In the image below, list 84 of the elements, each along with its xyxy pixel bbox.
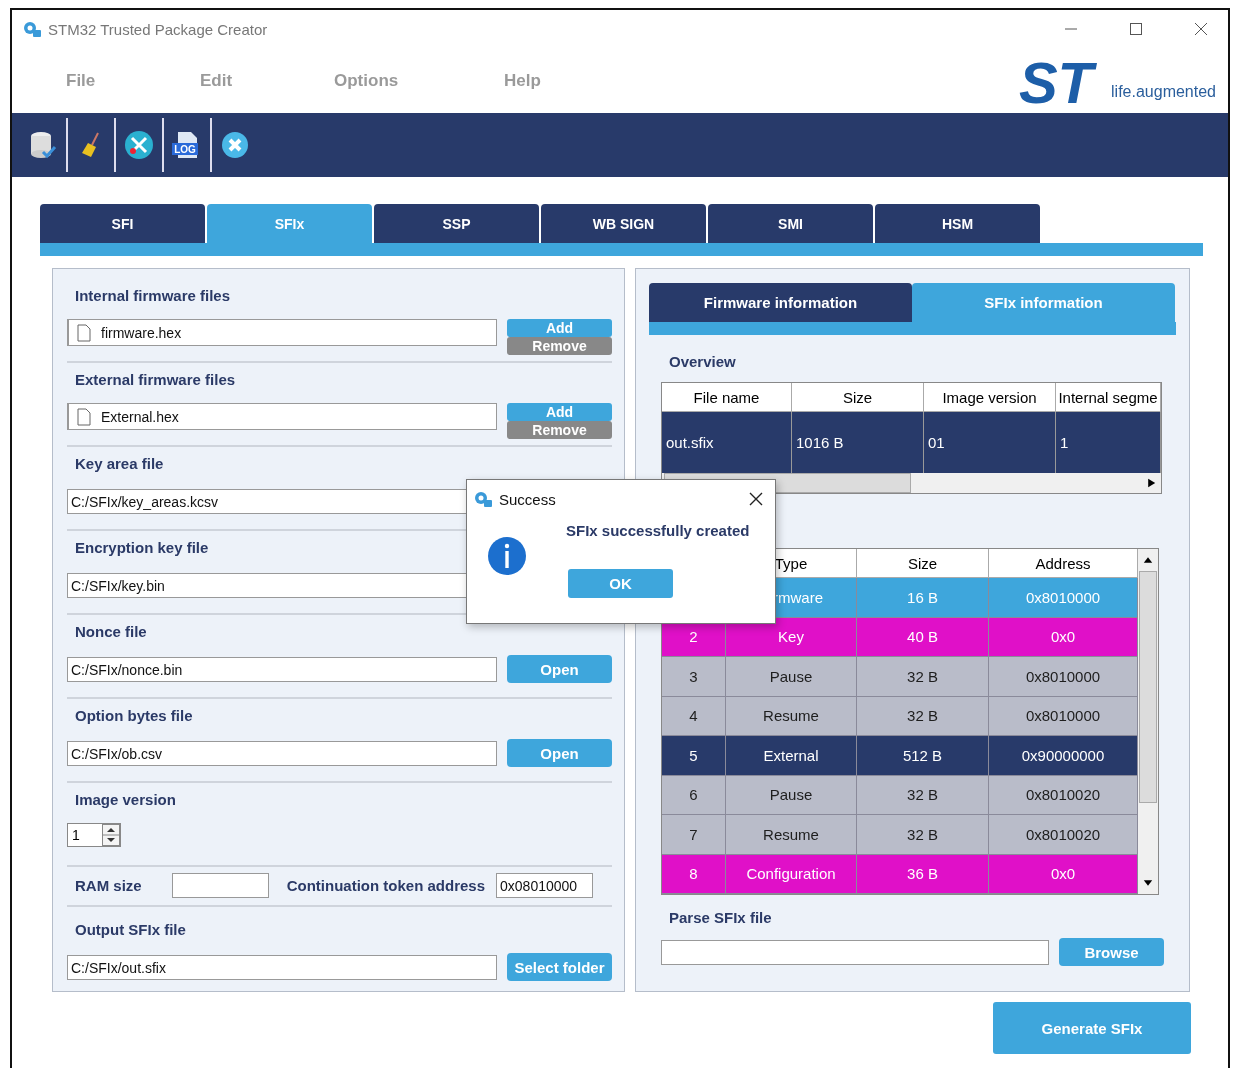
table-row[interactable]: 3 Pause 32 B 0x8010000 (662, 657, 1138, 697)
table-cell: 8 (689, 865, 698, 883)
close-icon[interactable] (749, 492, 763, 506)
file-icon (77, 407, 91, 426)
vertical-scrollbar[interactable] (1138, 549, 1158, 894)
path-field[interactable]: C:/SFIx/nonce.bin (67, 657, 497, 682)
close-icon[interactable] (1194, 22, 1208, 36)
input-field[interactable]: 0x08010000 (496, 873, 594, 898)
file-button[interactable]: Remove (507, 421, 612, 439)
info-icon (487, 536, 527, 576)
table-cell: Pause (769, 667, 813, 685)
table-cell: 16 B (907, 588, 938, 606)
table-row[interactable]: 2 Key 40 B 0x0 (662, 617, 1138, 657)
table-cell: 4 (689, 707, 698, 725)
table-row[interactable]: 6 Pause 32 B 0x8010020 (662, 775, 1138, 815)
close-circle-icon[interactable] (220, 130, 250, 160)
path-field[interactable]: C:/SFIx/out.sfix (67, 955, 497, 980)
spin-box[interactable]: 1 (67, 823, 121, 847)
spin-arrows-icon[interactable] (102, 824, 120, 846)
field-label: RAM size (74, 876, 142, 895)
tab[interactable]: SMI (708, 204, 873, 243)
file-button[interactable]: Remove (507, 337, 612, 355)
section-title: Encryption key file (74, 539, 210, 557)
table-cell: 36 B (907, 865, 938, 883)
logo: ST (1014, 48, 1102, 117)
table-cell: 2 (689, 628, 698, 646)
input-field[interactable] (171, 873, 269, 898)
table-cell: 0x0 (1050, 628, 1076, 646)
dialog-message: SFIx successfully created (566, 522, 750, 539)
table-cell: Resume (763, 707, 819, 725)
maximize-icon[interactable] (1129, 22, 1143, 36)
dialog-title: Success (499, 490, 556, 508)
table-cell: 512 B (902, 746, 943, 764)
logo-tagline: life.augmented (1111, 82, 1216, 101)
table-cell: 32 B (907, 786, 938, 804)
file-name: External.hex (101, 408, 179, 425)
table-cell: 0x0 (1050, 865, 1076, 883)
table-cell: 40 B (907, 628, 938, 646)
section-title: Image version (74, 791, 177, 809)
table-cell: 32 B (907, 825, 938, 843)
file-list[interactable]: External.hex (67, 403, 497, 430)
table-cell: 32 B (907, 707, 938, 725)
tab[interactable]: SSP (374, 204, 539, 243)
section-title: Parse SFIx file (669, 909, 773, 926)
section-title: Option bytes file (74, 707, 194, 725)
window-title: STM32 Trusted Package Creator (48, 20, 268, 38)
table-cell: 3 (689, 667, 698, 685)
file-list[interactable]: firmware.hex (67, 319, 497, 346)
table-cell: Configuration (746, 865, 836, 883)
section-title: Overview (669, 353, 737, 370)
table-cell: 32 B (907, 667, 938, 685)
section-title: Key area file (74, 455, 165, 473)
table-cell: 0x8010000 (1025, 588, 1101, 606)
file-name: firmware.hex (101, 324, 182, 341)
table-row[interactable]: 5 External 512 B 0x90000000 (662, 736, 1138, 776)
path-field[interactable]: C:/SFIx/ob.csv (67, 741, 497, 766)
table-cell: 0x8010020 (1025, 786, 1101, 804)
table-cell: 0x8010000 (1025, 667, 1101, 685)
table-cell: Pause (769, 786, 813, 804)
table-cell: 5 (689, 746, 698, 764)
tab[interactable]: Firmware information (649, 283, 912, 322)
table-cell: 7 (689, 825, 698, 843)
section-title: External firmware files (74, 371, 237, 389)
table-cell: Key (778, 628, 804, 646)
tab[interactable]: SFI (40, 204, 205, 243)
table-cell: 0x8010020 (1025, 825, 1101, 843)
table-cell: 0x8010000 (1025, 707, 1101, 725)
table-cell: 6 (689, 786, 698, 804)
database-icon[interactable] (28, 130, 58, 160)
section-title: Nonce file (74, 623, 148, 641)
table-row[interactable]: 8 Configuration 36 B 0x0 (662, 854, 1138, 894)
section-title: Output SFIx file (74, 921, 187, 939)
table-cell: Resume (763, 825, 819, 843)
file-icon (77, 323, 91, 342)
tab[interactable]: WB SIGN (541, 204, 706, 243)
field-label: Continuation token address (285, 876, 486, 895)
tab[interactable]: HSM (875, 204, 1040, 243)
table-row[interactable]: out.sfix 1016 B 01 1 (662, 412, 1161, 473)
path-field[interactable] (661, 939, 1049, 965)
table-cell: 0x90000000 (1021, 746, 1105, 764)
table-row[interactable]: 4 Resume 32 B 0x8010000 (662, 696, 1138, 736)
table-cell: External (763, 746, 819, 764)
table-row[interactable]: 7 Resume 32 B 0x8010020 (662, 815, 1138, 855)
section-title: Internal firmware files (74, 287, 232, 305)
